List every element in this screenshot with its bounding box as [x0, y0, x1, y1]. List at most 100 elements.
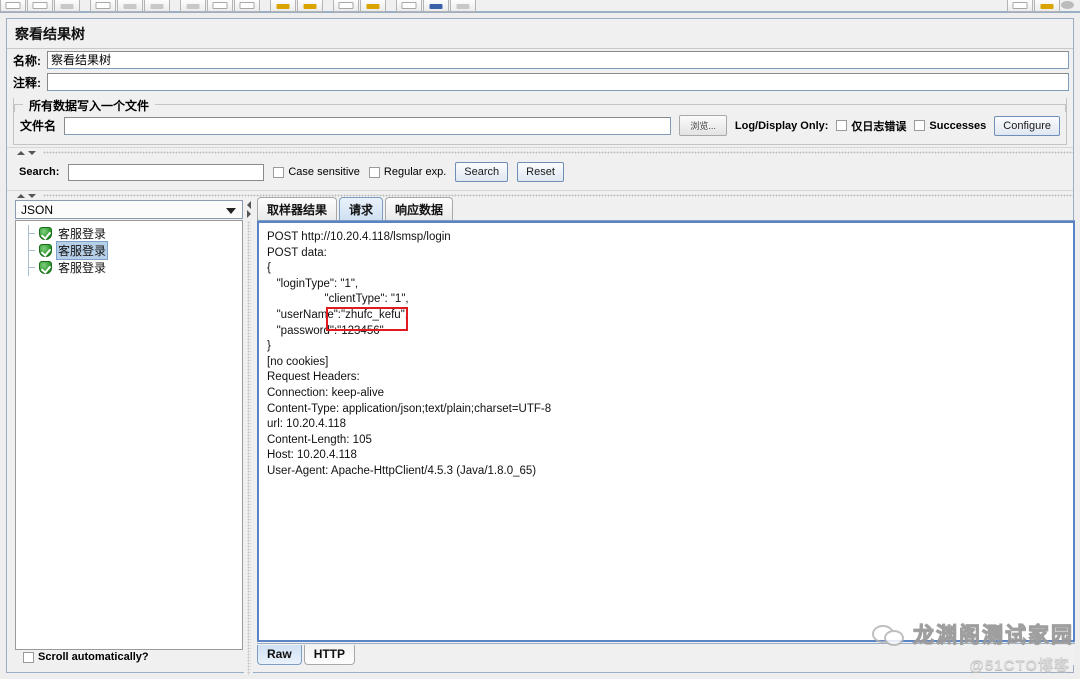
jmeter-window: 察看结果树 名称: 察看结果树 注释: 所有数据写入一个文件 文件名 浏览...… [0, 0, 1080, 679]
results-content-area: JSON 客服登录 客服登录 客服登录 Scroll automatically… [11, 197, 1075, 675]
success-shield-icon [39, 244, 52, 257]
detail-tabs: 取样器结果 请求 响应数据 [257, 197, 1075, 221]
paste-icon [239, 2, 255, 9]
comment-input[interactable] [47, 73, 1069, 91]
splitter-grip[interactable] [43, 151, 1073, 154]
splitter-grip[interactable] [43, 194, 1073, 197]
toolbar-start-icon[interactable] [360, 0, 386, 12]
search-input[interactable] [68, 163, 265, 181]
tab-http[interactable]: HTTP [303, 645, 356, 665]
case-sensitive-checkbox[interactable]: Case sensitive [273, 166, 360, 178]
renderer-select[interactable]: JSON [15, 200, 243, 219]
chevron-up-icon[interactable] [17, 193, 25, 198]
splitter-top[interactable] [7, 147, 1073, 157]
tab-response-data[interactable]: 响应数据 [385, 197, 454, 220]
page-title: 察看结果树 [7, 19, 1073, 48]
expand-icon [276, 4, 290, 9]
chevron-down-icon[interactable] [28, 150, 36, 155]
chevron-down-icon[interactable] [226, 207, 236, 214]
checkbox-box-icon[interactable] [914, 120, 926, 131]
checkbox-box-icon[interactable] [23, 651, 34, 663]
sampler-tree[interactable]: 客服登录 客服登录 客服登录 [15, 220, 243, 650]
request-line: "loginType": "1", [267, 277, 359, 290]
tree-item-label: 客服登录 [58, 227, 107, 241]
request-line: "clientType": "1", [267, 293, 409, 306]
request-line: Content-Type: application/json;text/plai… [267, 402, 552, 415]
toolbar-expand-icon[interactable] [270, 0, 296, 12]
result-tree-panel: 察看结果树 名称: 察看结果树 注释: 所有数据写入一个文件 文件名 浏览...… [6, 18, 1075, 675]
request-line: { [267, 262, 271, 275]
request-line: } [267, 340, 271, 353]
toolbar-copy-icon[interactable] [207, 0, 233, 12]
successes-checkbox[interactable]: Successes [914, 120, 986, 132]
request-line: "userName":"zhufc_kefu", [267, 308, 408, 321]
collapse-icon [303, 4, 317, 9]
name-input[interactable]: 察看结果树 [47, 51, 1069, 69]
checkbox-box-icon[interactable] [273, 166, 285, 178]
tab-raw[interactable]: Raw [257, 645, 302, 665]
search-button[interactable]: Search [455, 162, 509, 182]
request-line: Content-Length: 105 [267, 433, 372, 446]
request-line: User-Agent: Apache-HttpClient/4.5.3 (Jav… [267, 464, 537, 477]
toolbar-new-icon[interactable] [0, 0, 26, 12]
splitter-middle[interactable] [7, 190, 1073, 200]
checkbox-box-icon[interactable] [368, 166, 380, 178]
toolbar-stop-icon[interactable] [396, 0, 422, 12]
toolbar-collapse-icon[interactable] [297, 0, 323, 12]
splitter-vertical[interactable] [244, 200, 253, 675]
file-output-group-title: 所有数据写入一个文件 [29, 98, 150, 113]
browse-button[interactable]: 浏览... [679, 115, 727, 136]
toolbar-cut-icon[interactable] [180, 0, 206, 12]
comment-label: 注释: [13, 75, 41, 90]
checkbox-box-icon[interactable] [836, 120, 848, 131]
regular-exp-label: Regular exp. [383, 166, 447, 178]
warning-indicator-icon[interactable] [1061, 1, 1074, 9]
chevron-up-icon[interactable] [17, 150, 25, 155]
clear-icon [456, 4, 470, 9]
name-label: 名称: [13, 53, 41, 68]
configure-button[interactable]: Configure [994, 115, 1060, 136]
toolbar-template-icon[interactable] [27, 0, 53, 12]
tab-request[interactable]: 请求 [339, 197, 384, 220]
function-helper-icon [1040, 4, 1054, 9]
toolbar-open-icon[interactable] [54, 0, 80, 12]
file-output-group: 所有数据写入一个文件 文件名 浏览... Log/Display Only: 仅… [13, 98, 1067, 145]
shutdown-icon [429, 4, 443, 9]
save-as-icon [123, 4, 137, 9]
scroll-automatically-checkbox[interactable]: Scroll automatically? [23, 651, 149, 663]
toolbar-toggle-icon[interactable] [333, 0, 359, 12]
main-toolbar [0, 0, 1080, 13]
close-icon [150, 4, 164, 9]
log-display-only-label: Log/Display Only: [734, 119, 829, 132]
filename-label: 文件名 [20, 119, 57, 133]
copy-icon [212, 2, 228, 9]
request-line: POST data: [267, 246, 327, 259]
toolbar-function-helper-icon[interactable] [1034, 0, 1060, 12]
reset-button[interactable]: Reset [517, 162, 564, 182]
list-item[interactable]: 客服登录 [16, 259, 242, 276]
toolbar-save-icon[interactable] [90, 0, 116, 12]
chevron-left-icon[interactable] [246, 201, 251, 209]
filename-input[interactable] [64, 116, 672, 135]
splitter-grip[interactable] [246, 221, 251, 675]
toolbar-clear-icon[interactable] [450, 0, 476, 12]
file-output-group-body: 文件名 浏览... Log/Display Only: 仅日志错误 Succes… [14, 112, 1066, 138]
request-line: Host: 10.20.4.118 [267, 449, 357, 462]
list-item[interactable]: 客服登录 [16, 241, 242, 260]
toolbar-shutdown-icon[interactable] [423, 0, 449, 12]
chevron-down-icon[interactable] [28, 193, 36, 198]
list-item[interactable]: 客服登录 [16, 225, 242, 242]
successes-checkbox-label: Successes [929, 119, 987, 132]
tab-sampler-result[interactable]: 取样器结果 [257, 197, 338, 220]
errors-checkbox[interactable]: 仅日志错误 [836, 118, 906, 134]
toolbar-save-as-icon[interactable] [117, 0, 143, 12]
toolbar-paste-icon[interactable] [234, 0, 260, 12]
regular-exp-checkbox[interactable]: Regular exp. [368, 166, 447, 178]
request-text-area[interactable]: POST http://10.20.4.118/lsmsp/login POST… [257, 221, 1075, 642]
search-icon [1012, 2, 1028, 9]
chevron-right-icon[interactable] [246, 210, 251, 218]
save-icon [95, 2, 111, 9]
toolbar-search-icon[interactable] [1007, 0, 1033, 12]
toolbar-close-icon[interactable] [144, 0, 170, 12]
renderer-select-value: JSON [21, 202, 54, 217]
